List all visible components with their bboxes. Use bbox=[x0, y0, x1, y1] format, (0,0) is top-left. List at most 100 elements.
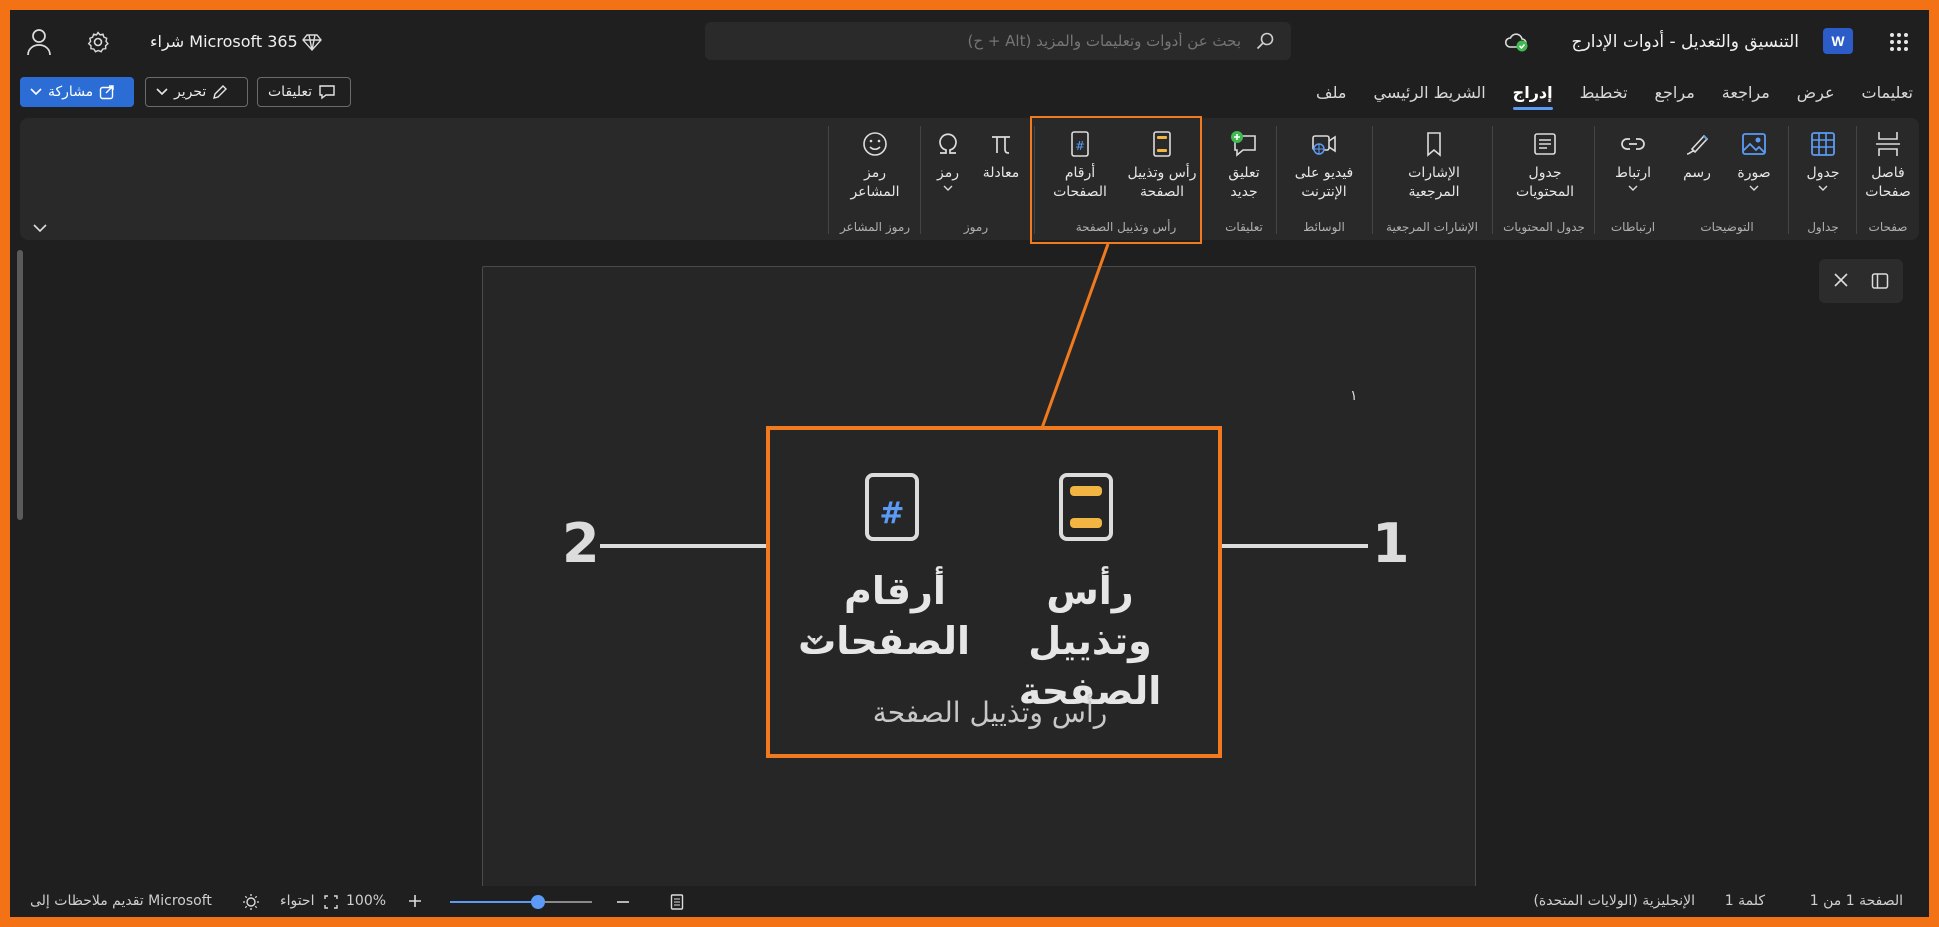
ribbon-expand-icon[interactable] bbox=[32, 222, 48, 234]
language-status[interactable]: الإنجليزية (الولايات المتحدة) bbox=[1533, 893, 1695, 909]
zoom-slider-fill bbox=[450, 901, 539, 903]
word-logo-icon: W bbox=[1823, 28, 1853, 54]
callout-number-1: 1 bbox=[1372, 512, 1410, 575]
picture-icon bbox=[1742, 133, 1766, 155]
account-icon[interactable] bbox=[26, 28, 52, 56]
page-break-button[interactable]: فاصل صفحات bbox=[1860, 130, 1916, 202]
symbol-button[interactable]: رمز bbox=[926, 130, 970, 191]
emoji-button[interactable]: رمز المشاعر bbox=[834, 130, 916, 202]
equation-label: معادلة bbox=[982, 165, 1020, 181]
page-count-status[interactable]: الصفحة 1 من 1 bbox=[1810, 893, 1903, 909]
header-footer-icon bbox=[1059, 473, 1113, 541]
search-input[interactable] bbox=[745, 22, 1241, 60]
chevron-down-icon bbox=[943, 185, 953, 191]
new-comment-button[interactable]: تعليق جديد bbox=[1216, 130, 1272, 202]
group-symbols-label: رموز bbox=[963, 220, 989, 234]
comment-icon bbox=[319, 85, 335, 100]
buy-microsoft-365-link[interactable]: شراء Microsoft 365 bbox=[150, 32, 298, 51]
table-label: جدول bbox=[1806, 165, 1840, 181]
zoom-slider[interactable] bbox=[450, 895, 592, 909]
tab-review[interactable]: مراجعة bbox=[1722, 78, 1770, 110]
link-icon bbox=[1621, 138, 1645, 150]
zoom-callout: # رأس وتذييل الصفحة أرقام الصفحات رأس وت… bbox=[766, 426, 1222, 758]
title-bar: W التنسيق والتعديل - أدوات الإدارج شراء … bbox=[10, 10, 1929, 72]
draw-label: رسم bbox=[1683, 165, 1711, 181]
share-icon bbox=[99, 85, 114, 100]
bookmarks-button[interactable]: الإشارات المرجعية bbox=[1380, 130, 1488, 202]
app-launcher-icon[interactable] bbox=[1883, 26, 1915, 58]
omega-icon bbox=[939, 133, 957, 154]
word-count-status[interactable]: كلمة 1 bbox=[1725, 893, 1765, 909]
new-comment-label: تعليق جديد bbox=[1228, 165, 1260, 200]
zoom-slider-thumb[interactable] bbox=[531, 895, 546, 909]
symbol-label: رمز bbox=[937, 165, 959, 181]
callout-group-label: رأس وتذييل الصفحة bbox=[872, 696, 1108, 729]
online-video-button[interactable]: فيديو على الإنترنت bbox=[1282, 130, 1366, 202]
picture-label: صورة bbox=[1737, 165, 1771, 181]
smiley-icon bbox=[863, 132, 887, 156]
status-bar: الصفحة 1 من 1 كلمة 1 الإنجليزية (الولايا… bbox=[10, 886, 1929, 917]
vertical-scrollbar[interactable] bbox=[17, 250, 23, 520]
page-view-icon[interactable] bbox=[670, 894, 684, 910]
ribbon-separator bbox=[920, 126, 921, 234]
link-button[interactable]: ارتباط bbox=[1600, 130, 1666, 191]
group-links-label: ارتباطات bbox=[1610, 220, 1656, 234]
zoom-out-icon[interactable] bbox=[616, 900, 630, 904]
ribbon-separator bbox=[1856, 126, 1857, 234]
group-tables-label: جداول bbox=[1807, 220, 1839, 234]
fit-icon[interactable] bbox=[324, 895, 338, 909]
editing-mode-button[interactable]: تحرير bbox=[145, 77, 248, 107]
cloud-saved-icon[interactable] bbox=[1503, 28, 1529, 54]
page-break-icon bbox=[1876, 132, 1900, 156]
comments-label: تعليقات bbox=[268, 84, 313, 100]
ribbon-separator bbox=[828, 126, 829, 234]
document-title[interactable]: التنسيق والتعديل - أدوات الإدارج bbox=[1572, 32, 1799, 52]
group-toc-label: جدول المحتويات bbox=[1503, 220, 1585, 234]
tab-help[interactable]: تعليمات bbox=[1862, 78, 1913, 110]
picture-button[interactable]: صورة bbox=[1726, 130, 1782, 191]
equation-button[interactable]: معادلة bbox=[974, 130, 1028, 183]
draw-button[interactable]: رسم bbox=[1672, 130, 1722, 183]
search-icon bbox=[1256, 32, 1274, 50]
group-emoji-label: رموز المشاعر bbox=[839, 220, 911, 234]
search-box[interactable] bbox=[705, 22, 1291, 60]
panel-icon[interactable] bbox=[1871, 272, 1889, 290]
group-bookmarks-label: الإشارات المرجعية bbox=[1386, 220, 1478, 234]
brightness-icon[interactable] bbox=[242, 893, 260, 911]
chevron-down-icon bbox=[807, 635, 823, 645]
share-label: مشاركة bbox=[48, 84, 94, 100]
ribbon-separator bbox=[1492, 126, 1493, 234]
tab-insert[interactable]: إدراج bbox=[1512, 78, 1553, 110]
ribbon-separator bbox=[1276, 126, 1277, 234]
side-panel-controls bbox=[1819, 259, 1903, 303]
chevron-down-icon bbox=[1749, 185, 1759, 191]
tab-references[interactable]: مراجع bbox=[1655, 78, 1695, 110]
close-icon[interactable] bbox=[1833, 272, 1849, 288]
ribbon-tabs: ملف الشريط الرئيسي إدراج تخطيط مراجع مرا… bbox=[1316, 78, 1913, 110]
tab-view[interactable]: عرض bbox=[1797, 78, 1835, 110]
page-break-label: فاصل صفحات bbox=[1865, 165, 1911, 200]
table-button[interactable]: جدول bbox=[1794, 130, 1852, 191]
table-of-contents-button[interactable]: جدول المحتويات bbox=[1500, 130, 1590, 202]
tab-layout[interactable]: تخطيط bbox=[1580, 78, 1628, 110]
page-number-icon: # bbox=[865, 473, 919, 541]
zoom-percent[interactable]: 100% bbox=[346, 893, 386, 909]
callout-number-2: 2 bbox=[562, 512, 600, 575]
tab-home[interactable]: الشريط الرئيسي bbox=[1373, 78, 1485, 110]
pi-icon bbox=[992, 136, 1010, 154]
svg-text:#: # bbox=[879, 496, 904, 531]
ribbon-highlight-box bbox=[1030, 116, 1202, 244]
ribbon: فاصل صفحات صفحات جدول جداول صورة رسم الت… bbox=[20, 118, 1919, 240]
callout-header-footer-label: رأس وتذييل الصفحة bbox=[1018, 569, 1162, 713]
emoji-label: رمز المشاعر bbox=[850, 165, 900, 200]
tab-file[interactable]: ملف bbox=[1316, 78, 1346, 110]
share-button[interactable]: مشاركة bbox=[20, 77, 134, 107]
feedback-link[interactable]: تقديم ملاحظات إلى Microsoft bbox=[30, 893, 212, 909]
fit-label[interactable]: احتواء bbox=[280, 893, 314, 909]
diamond-icon bbox=[302, 34, 322, 52]
comments-button[interactable]: تعليقات bbox=[257, 77, 351, 107]
online-video-icon bbox=[1312, 135, 1336, 155]
zoom-in-icon[interactable] bbox=[408, 894, 422, 908]
gear-icon[interactable] bbox=[86, 30, 110, 54]
link-label: ارتباط bbox=[1615, 165, 1651, 181]
